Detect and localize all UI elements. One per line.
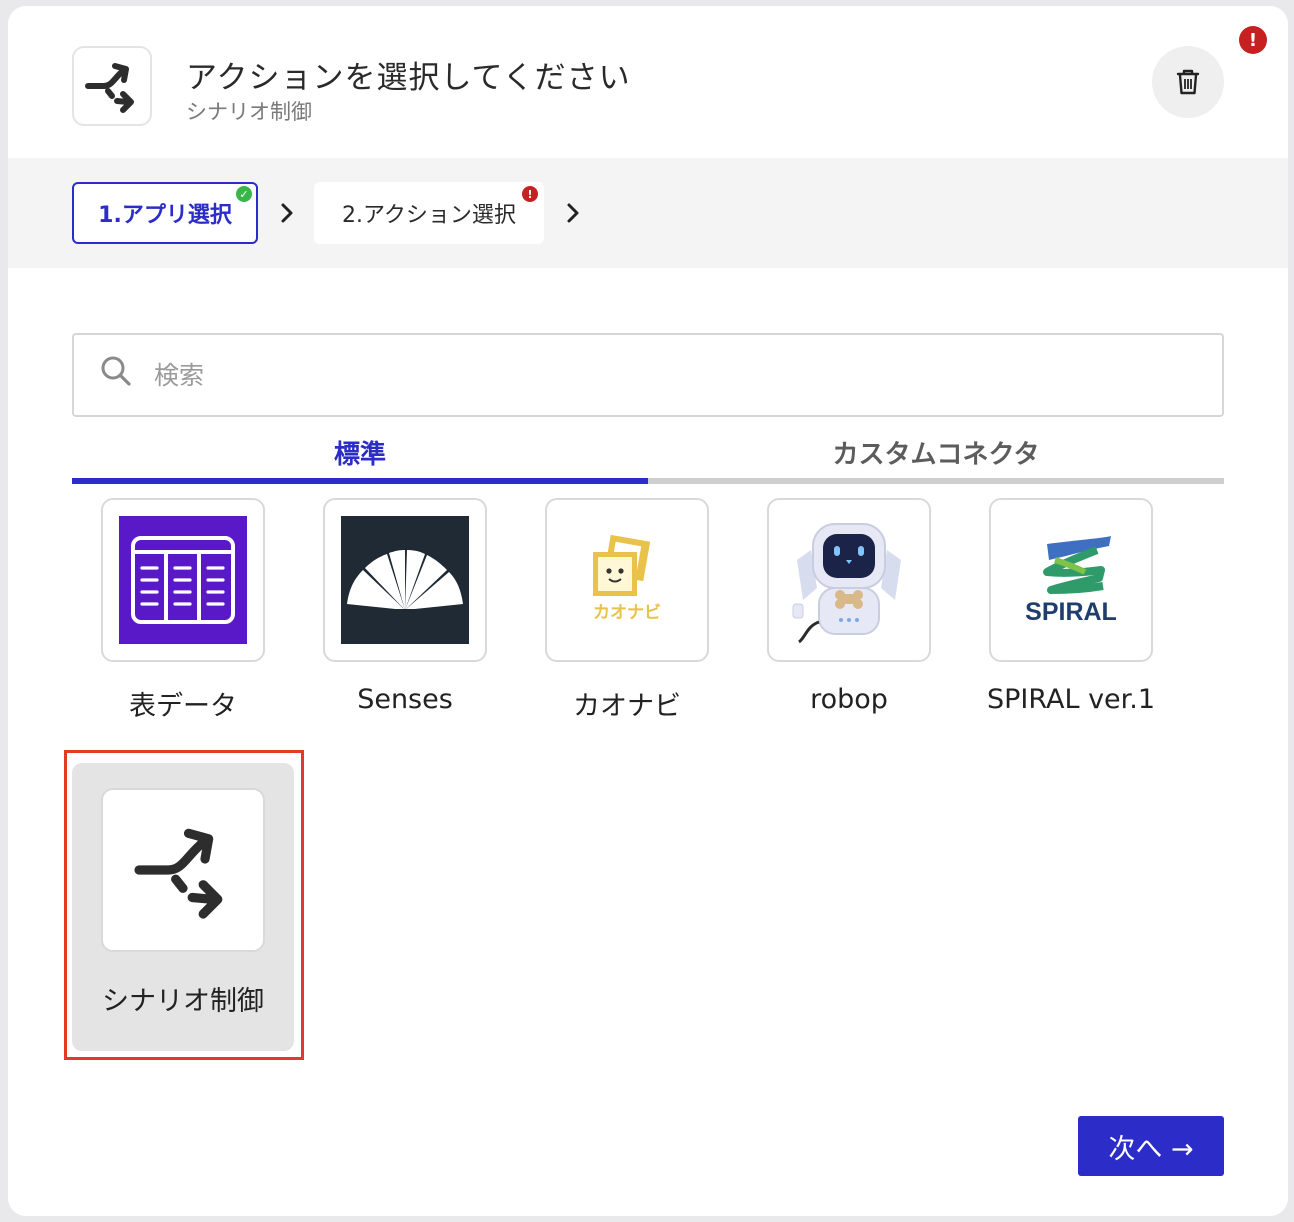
search-icon <box>101 356 131 386</box>
error-badge: ! <box>1239 26 1267 54</box>
app-label: シナリオ制御 <box>102 986 264 1017</box>
app-tile-spiral[interactable]: SPIRAL SPIRAL ver.1 <box>971 498 1171 748</box>
search-box <box>72 333 1224 417</box>
app-tile-senses[interactable]: Senses <box>305 498 505 748</box>
page-title: アクションを選択してください <box>186 60 631 96</box>
page-subtitle: シナリオ制御 <box>186 100 312 124</box>
app-label: Senses <box>357 684 453 715</box>
app-icon-box <box>767 498 931 662</box>
kaonavi-logo-text: カオナビ <box>593 603 661 623</box>
trash-icon <box>1176 69 1200 95</box>
branch-arrows-icon <box>85 63 134 113</box>
dialog-header: アクションを選択してください シナリオ制御 ! <box>8 6 1288 158</box>
next-button[interactable]: 次へ → <box>1078 1116 1224 1176</box>
robop-robot-icon <box>792 523 901 644</box>
error-icon: ! <box>522 186 538 202</box>
step-label: 2.アクション選択 <box>342 203 516 228</box>
senses-logo-icon <box>341 516 469 644</box>
app-tile-table-data[interactable]: 表データ <box>83 498 283 748</box>
app-tile-kaonavi[interactable]: カオナビ カオナビ <box>527 498 727 748</box>
app-label: 表データ <box>129 691 237 722</box>
spiral-logo-icon: SPIRAL <box>1025 536 1117 626</box>
app-icon-box: SPIRAL <box>989 498 1153 662</box>
delete-button[interactable] <box>1152 46 1224 118</box>
tab-custom-connector[interactable]: カスタムコネクタ <box>648 426 1224 484</box>
category-tabs: 標準 カスタムコネクタ <box>72 426 1224 484</box>
app-label: robop <box>810 684 888 715</box>
app-label: SPIRAL ver.1 <box>986 684 1156 715</box>
app-tile-scenario-control[interactable]: シナリオ制御 <box>72 763 294 1051</box>
chevron-right-icon <box>276 198 298 228</box>
chevron-right-icon <box>562 198 584 228</box>
app-tile-robop[interactable]: robop <box>749 498 949 748</box>
step-label: 1.アプリ選択 <box>98 203 232 228</box>
app-icon-box: カオナビ <box>545 498 709 662</box>
kaonavi-logo-icon: カオナビ <box>593 534 661 623</box>
table-data-icon <box>119 516 247 644</box>
app-icon-box <box>101 498 265 662</box>
step-navigation: 1.アプリ選択 ✓ 2.アクション選択 ! <box>8 158 1288 268</box>
search-input[interactable] <box>154 353 1194 397</box>
spiral-logo-text: SPIRAL <box>1025 598 1117 626</box>
app-icon-box <box>101 788 265 952</box>
app-label: カオナビ <box>573 691 681 722</box>
branch-arrows-icon <box>134 828 223 919</box>
header-app-icon <box>72 46 152 126</box>
check-icon: ✓ <box>236 186 252 202</box>
step-app-select[interactable]: 1.アプリ選択 ✓ <box>72 182 258 244</box>
action-select-dialog: アクションを選択してください シナリオ制御 ! 1.アプリ選択 ✓ 2.アクショ… <box>8 6 1288 1216</box>
step-action-select[interactable]: 2.アクション選択 ! <box>314 182 544 244</box>
app-icon-box <box>323 498 487 662</box>
tab-standard[interactable]: 標準 <box>72 426 648 484</box>
